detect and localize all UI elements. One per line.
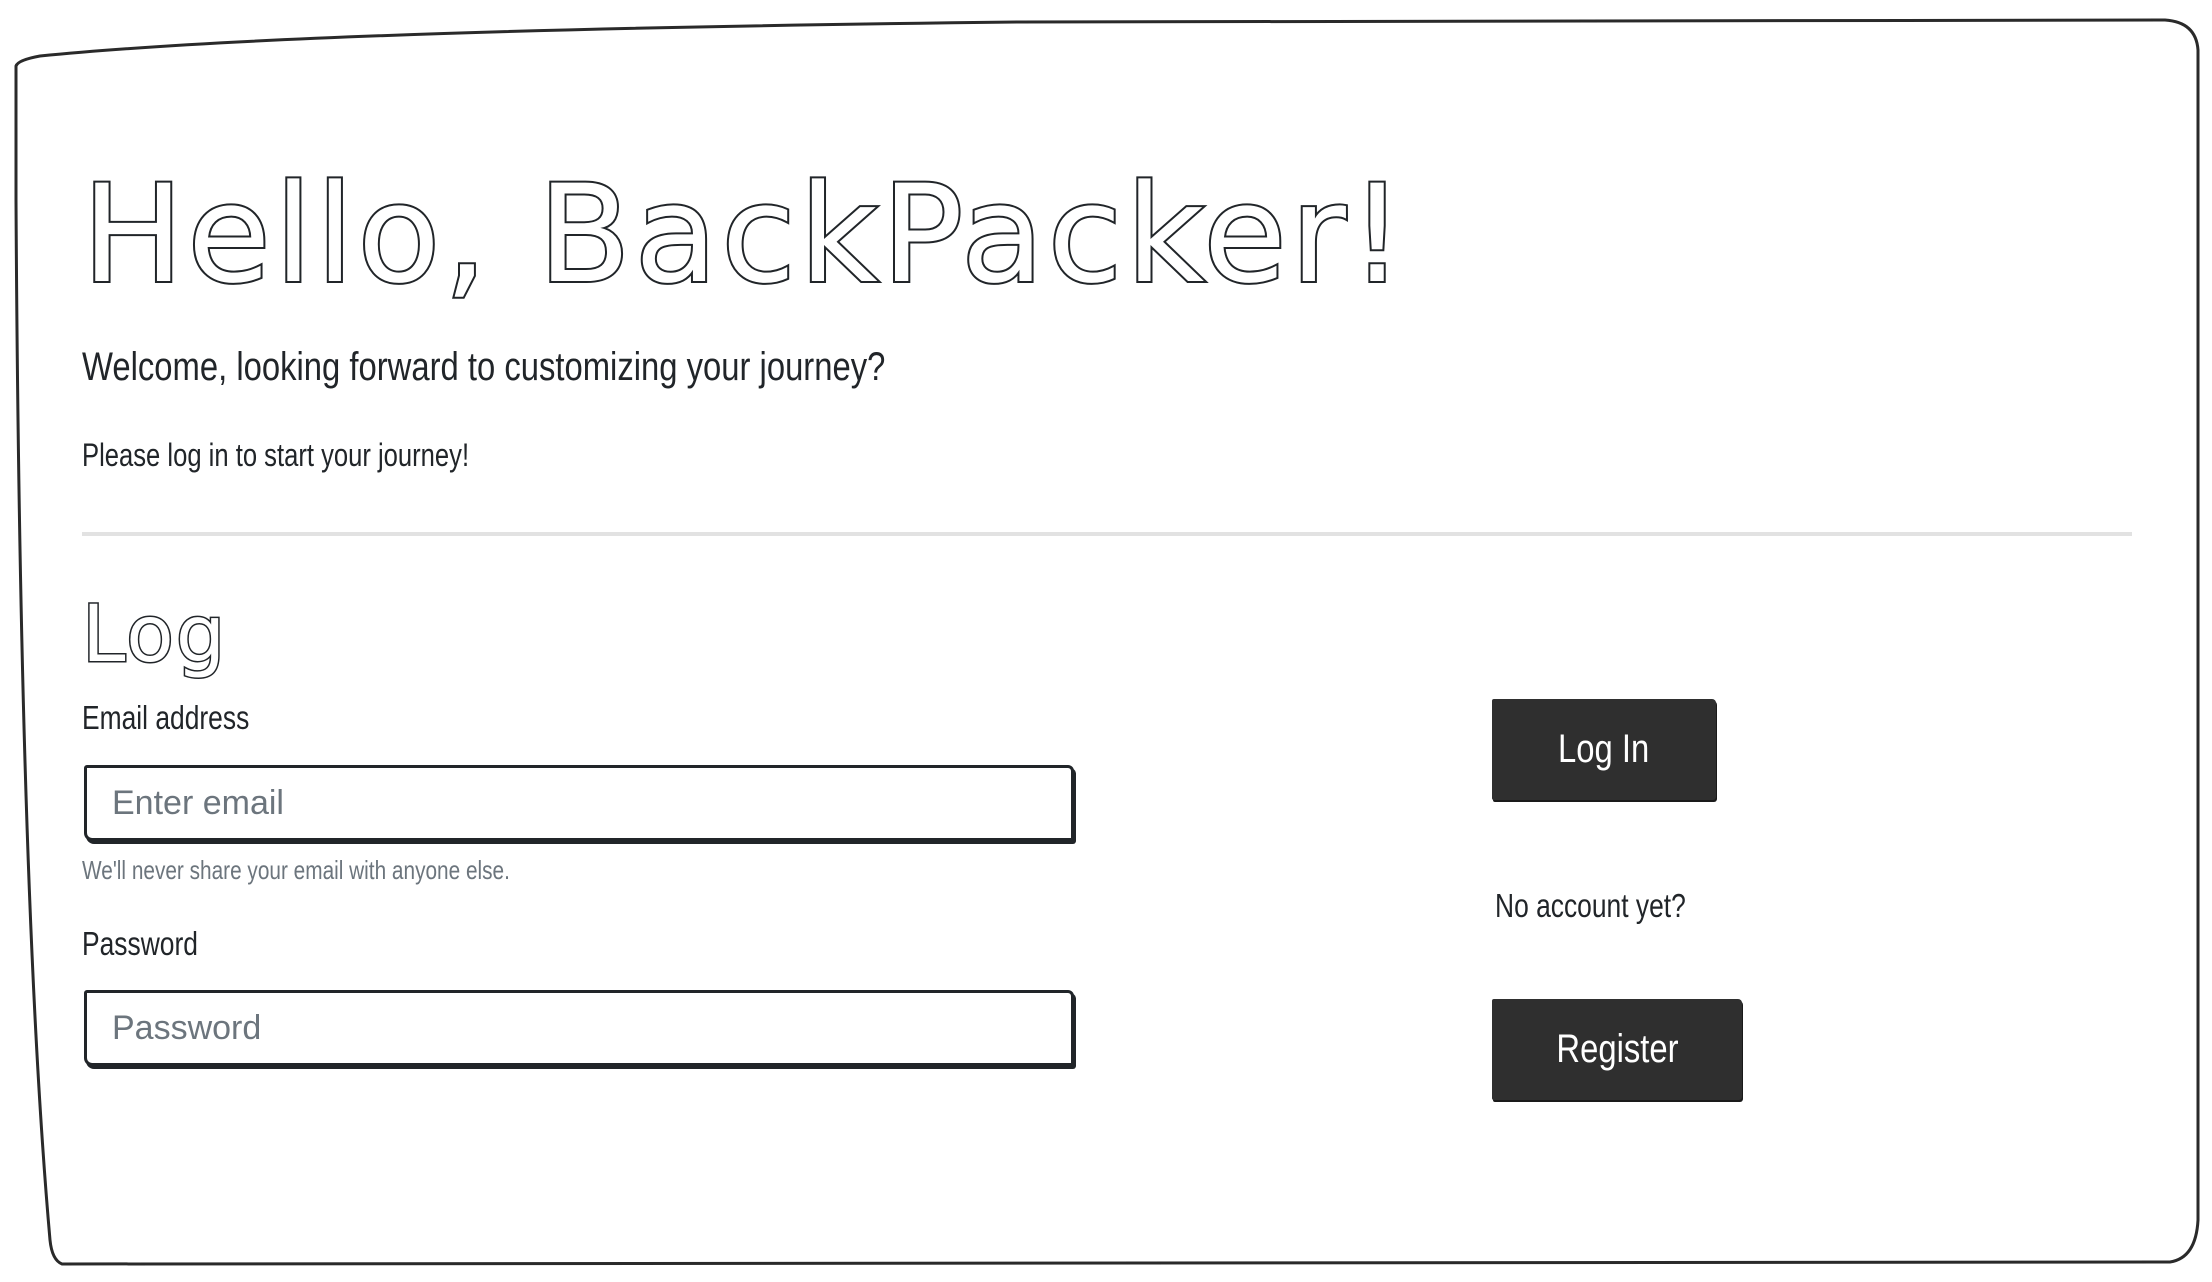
email-help-text: We'll never share your email with anyone…	[82, 855, 510, 885]
welcome-lead: Welcome, looking forward to customizing …	[82, 345, 886, 389]
page-title: Hello, BackPacker!	[80, 156, 1409, 313]
section-divider	[82, 532, 2132, 536]
login-page: Hello, BackPacker! Welcome, looking forw…	[0, 0, 2212, 1282]
login-button[interactable]: Log In	[1492, 699, 1716, 800]
login-prompt: Please log in to start your journey!	[82, 437, 470, 473]
password-field[interactable]	[84, 990, 1074, 1066]
password-label: Password	[82, 925, 198, 962]
login-button-label: Log In	[1558, 727, 1650, 771]
no-account-text: No account yet?	[1495, 887, 1686, 924]
register-button-label: Register	[1555, 1027, 1679, 1071]
login-section-title: Log	[80, 589, 228, 682]
email-label: Email address	[82, 699, 250, 736]
register-button[interactable]: Register	[1492, 999, 1742, 1100]
email-field[interactable]	[84, 765, 1074, 841]
